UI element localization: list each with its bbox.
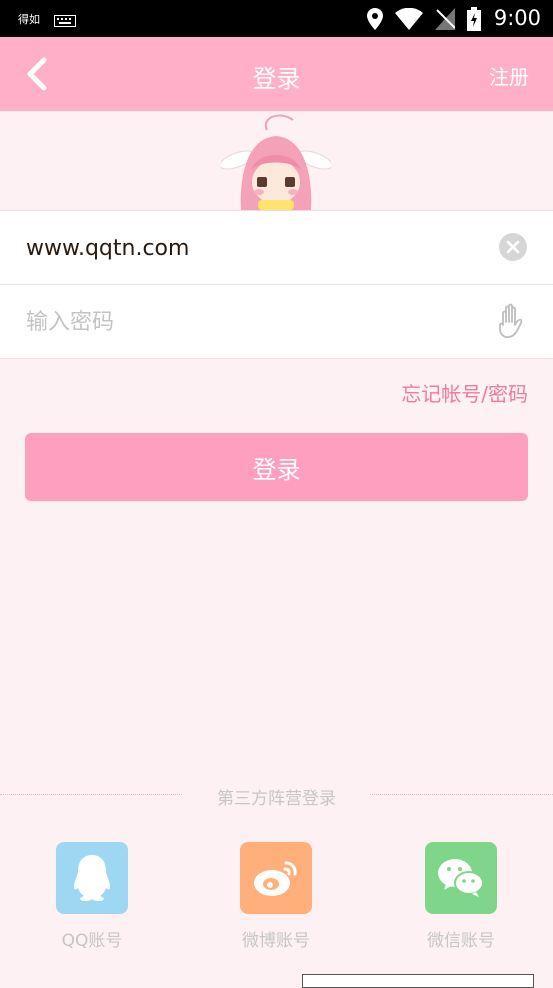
weibo-login-button[interactable]: 微博账号 — [216, 842, 336, 951]
location-icon — [367, 8, 383, 34]
qq-login-button[interactable]: QQ账号 — [32, 842, 152, 951]
hand-icon[interactable] — [495, 303, 529, 341]
username-input[interactable] — [24, 211, 468, 286]
login-button[interactable]: 登录 — [25, 433, 528, 501]
password-row — [0, 284, 553, 360]
username-row — [0, 210, 553, 286]
keyboard-icon — [54, 12, 76, 31]
wechat-login-label: 微信账号 — [427, 931, 495, 951]
clear-icon[interactable] — [499, 233, 527, 261]
status-app-label: 得如 — [18, 13, 40, 26]
overlay-strip — [302, 974, 534, 988]
third-party-heading: 第三方阵营登录 — [217, 789, 336, 809]
forgot-password-link[interactable]: 忘记帐号/密码 — [401, 378, 528, 407]
weibo-icon — [240, 842, 312, 914]
battery-icon — [467, 7, 481, 35]
app-header: 登录 注册 — [0, 37, 553, 111]
wechat-icon — [425, 842, 497, 914]
wifi-icon — [395, 7, 423, 34]
qq-penguin-icon — [56, 842, 128, 914]
register-link[interactable]: 注册 — [489, 61, 529, 90]
status-time: 9:00 — [493, 6, 541, 30]
password-input[interactable] — [24, 285, 468, 360]
mascot-illustration — [219, 112, 333, 210]
qq-login-label: QQ账号 — [61, 931, 123, 951]
status-bar: 得如 9:00 — [0, 0, 553, 37]
weibo-login-label: 微博账号 — [242, 931, 310, 951]
page-title: 登录 — [252, 65, 301, 93]
signal-icon — [435, 8, 456, 34]
wechat-login-button[interactable]: 微信账号 — [401, 842, 521, 951]
